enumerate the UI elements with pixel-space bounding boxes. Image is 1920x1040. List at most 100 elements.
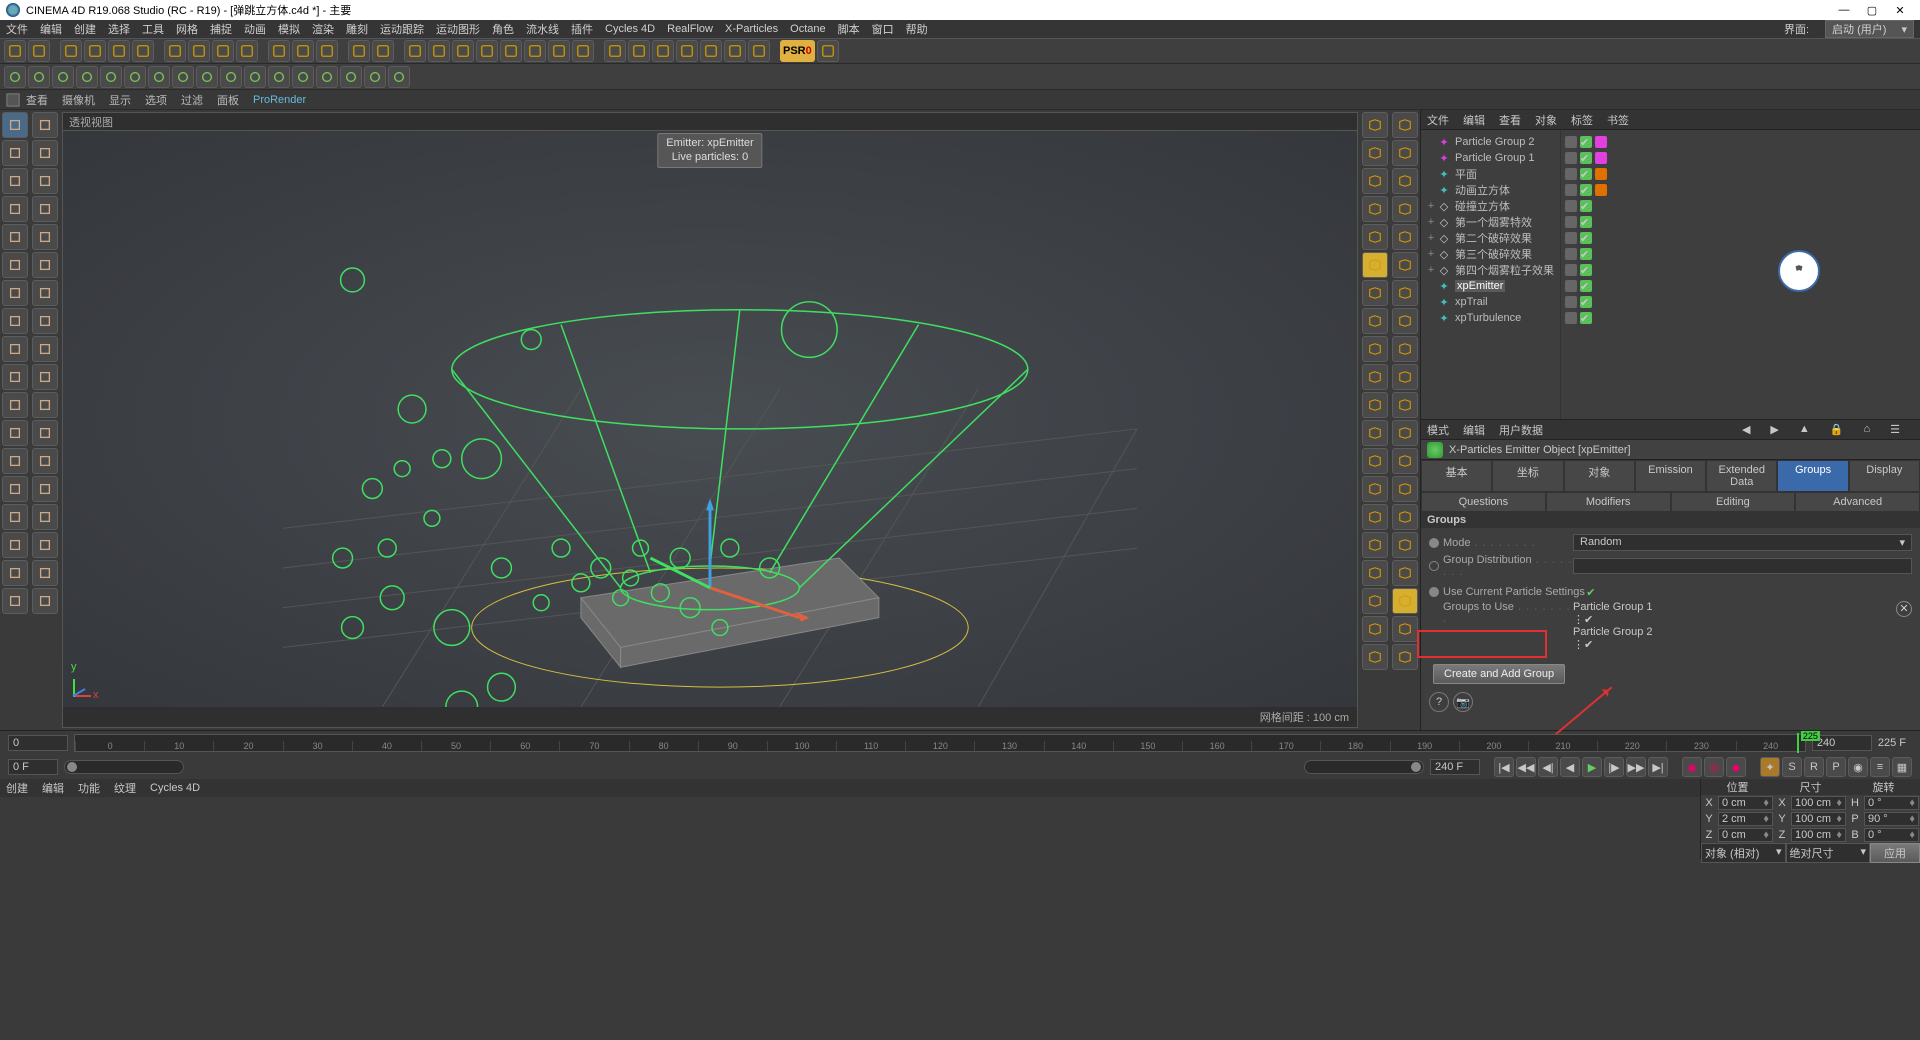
home-icon[interactable]: ⌂	[1863, 423, 1870, 436]
apply-button[interactable]: 应用	[1870, 843, 1920, 863]
right-tool-1-11[interactable]	[1392, 420, 1418, 446]
minimize-button[interactable]: —	[1830, 4, 1858, 16]
range-slider-end[interactable]	[1304, 760, 1424, 774]
right-tool-0-0[interactable]	[1362, 112, 1388, 138]
object-row[interactable]: +◇碰撞立方体	[1425, 198, 1556, 214]
tab-Extended Data[interactable]: Extended Data	[1706, 460, 1777, 492]
tab-Modifiers[interactable]: Modifiers	[1546, 492, 1671, 512]
nav-back-icon[interactable]: ◀	[1742, 423, 1750, 436]
null-button[interactable]	[340, 66, 362, 88]
left-tool-0-0[interactable]	[2, 112, 28, 138]
tag-row[interactable]: ✔	[1565, 294, 1916, 310]
right-tool-1-2[interactable]	[1392, 168, 1418, 194]
picture-viewer-button[interactable]	[372, 40, 394, 62]
mode-dropdown[interactable]: Random▾	[1573, 534, 1912, 551]
menu-插件[interactable]: 插件	[571, 21, 593, 37]
menu-运动跟踪[interactable]: 运动跟踪	[380, 21, 424, 37]
key-pla-button[interactable]: ◉	[1848, 757, 1868, 777]
viewport-canvas[interactable]: Emitter: xpEmitter Live particles: 0 x y	[63, 131, 1357, 707]
tab-基本[interactable]: 基本	[1421, 460, 1492, 492]
timeline-cursor[interactable]: 225	[1797, 733, 1799, 753]
subdiv-button[interactable]	[452, 40, 474, 62]
play-button[interactable]: ▶	[1582, 757, 1602, 777]
menu-模拟[interactable]: 模拟	[278, 21, 300, 37]
object-row[interactable]: ✦Particle Group 2	[1425, 134, 1556, 150]
viewstrip-过滤[interactable]: 过滤	[181, 92, 203, 108]
menu-文件[interactable]: 文件	[6, 21, 28, 37]
object-row[interactable]: ✦xpTrail	[1425, 294, 1556, 310]
tube-button[interactable]	[172, 66, 194, 88]
viewstrip-摄像机[interactable]: 摄像机	[62, 92, 95, 108]
layout-selector[interactable]: 界面: 启动 (用户) ▾	[1784, 20, 1914, 38]
key-button[interactable]: ◆	[1726, 757, 1746, 777]
left-tool-0-17[interactable]	[2, 588, 28, 614]
menu-工具[interactable]: 工具	[142, 21, 164, 37]
matmenu-Cycles 4D[interactable]: Cycles 4D	[150, 782, 200, 794]
left-tool-1-14[interactable]	[32, 504, 58, 530]
viewstrip-面板[interactable]: 面板	[217, 92, 239, 108]
matmenu-编辑[interactable]: 编辑	[42, 780, 64, 796]
right-tool-1-8[interactable]	[1392, 336, 1418, 362]
right-tool-0-12[interactable]	[1362, 448, 1388, 474]
spline-button[interactable]	[364, 66, 386, 88]
tag-row[interactable]: ✔	[1565, 310, 1916, 326]
left-tool-0-6[interactable]	[2, 280, 28, 306]
viewstrip-选项[interactable]: 选项	[145, 92, 167, 108]
menu-窗口[interactable]: 窗口	[872, 21, 894, 37]
viewstrip-显示[interactable]: 显示	[109, 92, 131, 108]
menu-网格[interactable]: 网格	[176, 21, 198, 37]
help-icon[interactable]: ?	[1429, 692, 1449, 712]
menu-创建[interactable]: 创建	[74, 21, 96, 37]
tag-row[interactable]: ✔	[1565, 278, 1916, 294]
menu-选择[interactable]: 选择	[108, 21, 130, 37]
right-tool-1-6[interactable]	[1392, 280, 1418, 306]
right-tool-1-3[interactable]	[1392, 196, 1418, 222]
menu-帮助[interactable]: 帮助	[906, 21, 928, 37]
right-tool-1-12[interactable]	[1392, 448, 1418, 474]
text-button[interactable]	[316, 66, 338, 88]
timeline-options-button[interactable]: ≡	[1870, 757, 1890, 777]
axis-y-button[interactable]	[188, 40, 210, 62]
attrmenu-用户数据[interactable]: 用户数据	[1499, 422, 1543, 438]
menu-角色[interactable]: 角色	[492, 21, 514, 37]
use-checkbox[interactable]: ✔	[1585, 586, 1597, 598]
autokey-button[interactable]: ◎	[1704, 757, 1724, 777]
play-back-button[interactable]: ◀	[1560, 757, 1580, 777]
tag-row[interactable]: ✔	[1565, 182, 1916, 198]
left-tool-1-10[interactable]	[32, 392, 58, 418]
right-tool-1-17[interactable]	[1392, 588, 1418, 614]
create-add-group-button[interactable]: Create and Add Group	[1433, 664, 1565, 684]
left-tool-1-9[interactable]	[32, 364, 58, 390]
left-tool-0-3[interactable]	[2, 196, 28, 222]
step-fwd-button[interactable]: ▶▶	[1626, 757, 1646, 777]
dopesheet-button[interactable]: ▦	[1892, 757, 1912, 777]
mode-radio[interactable]	[1429, 538, 1439, 548]
goto-end-button[interactable]: ▶|	[1648, 757, 1668, 777]
camera-button[interactable]	[548, 40, 570, 62]
objmenu-文件[interactable]: 文件	[1427, 112, 1449, 128]
left-tool-0-10[interactable]	[2, 392, 28, 418]
right-tool-0-17[interactable]	[1362, 588, 1388, 614]
timeline-track[interactable]: 225 010203040506070809010011012013014015…	[74, 734, 1806, 752]
tag-row[interactable]: ✔	[1565, 150, 1916, 166]
key-pos-button[interactable]: ✦	[1760, 757, 1780, 777]
objmenu-查看[interactable]: 查看	[1499, 112, 1521, 128]
edit-render-button[interactable]	[348, 40, 370, 62]
landscape-button[interactable]	[244, 66, 266, 88]
viewstrip-prorender[interactable]: ProRender	[253, 94, 306, 106]
record-button[interactable]: ◉	[1682, 757, 1702, 777]
tab-Questions[interactable]: Questions	[1421, 492, 1546, 512]
cube-button[interactable]	[404, 40, 426, 62]
material-manager[interactable]: 创建编辑功能纹理Cycles 4D	[0, 779, 1700, 859]
object-row[interactable]: ✦动画立方体	[1425, 182, 1556, 198]
right-tool-1-1[interactable]	[1392, 140, 1418, 166]
tab-Emission[interactable]: Emission	[1635, 460, 1706, 492]
object-row[interactable]: +◇第四个烟雾粒子效果	[1425, 262, 1556, 278]
right-tool-0-2[interactable]	[1362, 168, 1388, 194]
tab-Display[interactable]: Display	[1849, 460, 1920, 492]
viewport[interactable]: 透视视图	[62, 112, 1358, 728]
right-tool-1-15[interactable]	[1392, 532, 1418, 558]
figure-button[interactable]	[292, 66, 314, 88]
matmenu-纹理[interactable]: 纹理	[114, 780, 136, 796]
left-tool-1-1[interactable]	[32, 140, 58, 166]
